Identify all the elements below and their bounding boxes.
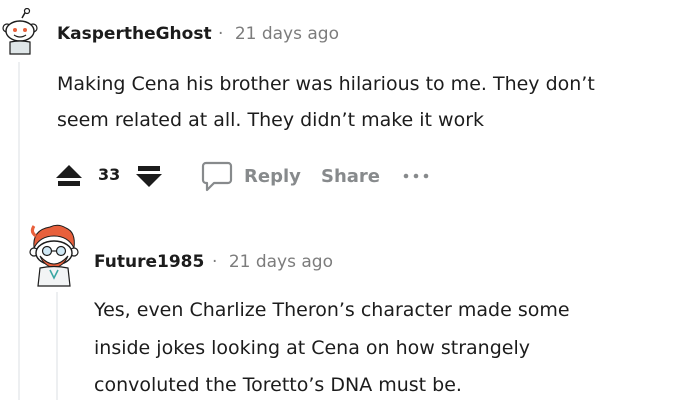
comment-body-line: convoluted the Toretto’s DNA must be. <box>94 374 462 396</box>
upvote-button[interactable] <box>54 163 84 189</box>
downvote-button[interactable] <box>134 163 164 189</box>
comment-author[interactable]: Future1985 <box>94 252 204 272</box>
user-avatar[interactable] <box>0 7 40 58</box>
more-options-button[interactable] <box>402 158 432 194</box>
more-dots-icon <box>403 173 429 179</box>
thread-line[interactable] <box>56 292 58 400</box>
comment-timestamp[interactable]: 21 days ago <box>229 252 333 272</box>
vote-score: 33 <box>98 165 121 184</box>
comment-action-bar: 33 Reply Share <box>54 158 454 194</box>
reply-button[interactable]: Reply <box>200 158 301 194</box>
comment-timestamp[interactable]: 21 days ago <box>235 24 339 44</box>
meta-separator: · <box>212 252 218 272</box>
thread-line[interactable] <box>18 62 20 400</box>
comment-body-line: Yes, even Charlize Theron’s character ma… <box>94 299 570 321</box>
meta-separator: · <box>218 24 224 44</box>
upvote-arrow-icon <box>56 165 82 186</box>
comment-body-line: seem related at all. They didn’t make it… <box>57 109 485 131</box>
share-button[interactable]: Share <box>321 158 380 194</box>
comment-body-line: Making Cena his brother was hilarious to… <box>57 73 595 95</box>
user-avatar[interactable] <box>28 222 80 288</box>
comment-body-line: inside jokes looking at Cena on how stra… <box>94 337 530 359</box>
downvote-arrow-icon <box>136 166 162 187</box>
reply-label: Reply <box>244 165 301 187</box>
comment-author[interactable]: KaspertheGhost <box>57 24 212 44</box>
comment-meta: · 21 days ago <box>218 24 339 44</box>
speech-bubble-icon <box>201 161 233 192</box>
snoo-avatar-red-hair-icon <box>29 224 79 287</box>
comment-meta: · 21 days ago <box>212 252 333 272</box>
snoo-avatar-icon <box>2 7 38 55</box>
